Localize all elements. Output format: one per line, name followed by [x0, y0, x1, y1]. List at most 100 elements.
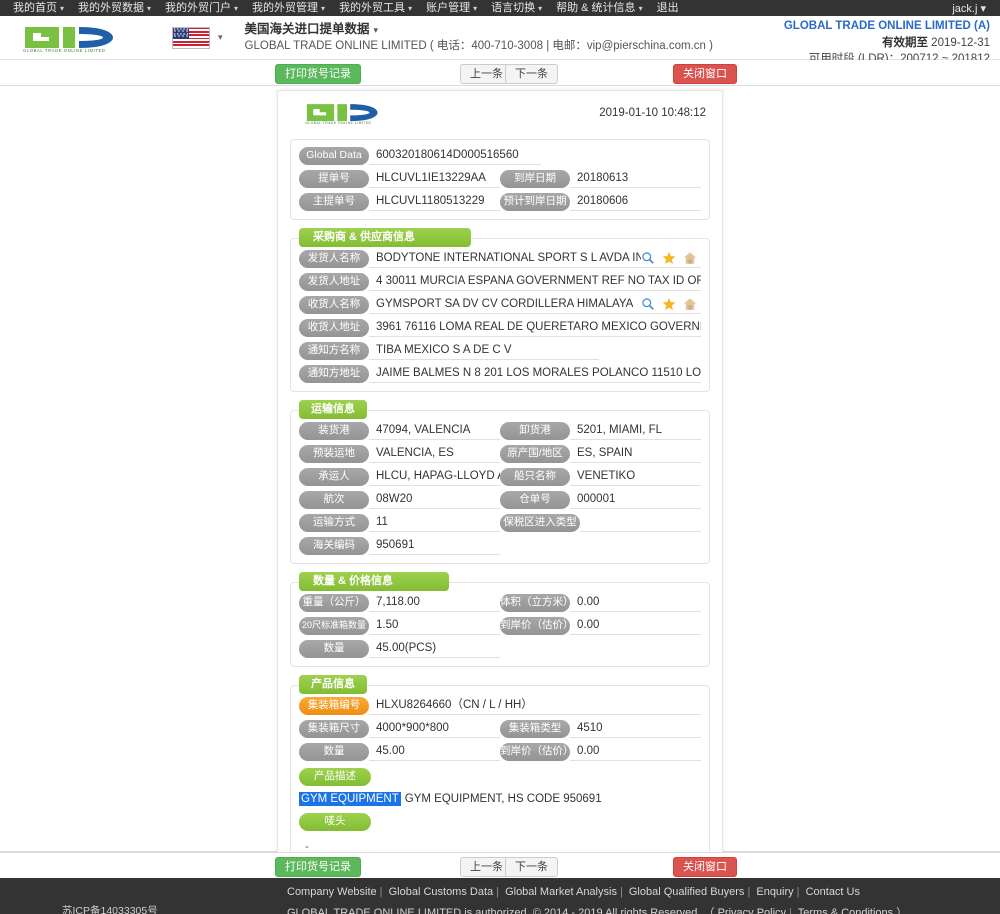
discharge-port-label: 卸货港: [500, 421, 570, 440]
carrier-label: 承运人: [299, 467, 369, 486]
row-notify-address: 通知方地址 JAIME BALMES N 8 201 LOS MORALES P…: [299, 364, 701, 383]
footer-link-contact-us[interactable]: Contact Us: [806, 886, 860, 898]
teu-count-value: 1.50: [369, 616, 500, 635]
parties-panel: 采购商 & 供应商信息 发货人名称 BODYTONE INTERNATIONAL…: [290, 228, 710, 392]
master-bl-value: HLCUVL1180513229: [369, 192, 500, 211]
chevron-down-icon: ▾: [408, 3, 413, 13]
row-notify-name: 通知方名称 TIBA MEXICO S A DE C V: [299, 341, 701, 360]
manifest-number-label: 仓单号: [500, 490, 570, 509]
footer-link-global-customs-data[interactable]: Global Customs Data: [389, 886, 494, 898]
search-icon[interactable]: [641, 251, 655, 265]
cif-price-label: 到岸价（估价）: [500, 616, 570, 635]
home-icon[interactable]: [683, 251, 697, 265]
product-description-highlight: GYM EQUIPMENT: [299, 792, 401, 806]
consignee-name-label: 收货人名称: [299, 295, 369, 314]
vessel-name-label: 船只名称: [500, 467, 570, 486]
transport-mode-value: 11: [369, 513, 500, 532]
origin-country-label: 原产国/地区: [500, 444, 570, 463]
notify-party-name-label: 通知方名称: [299, 341, 369, 360]
quantity-price-panel: 数量 & 价格信息 重量（公斤） 7,118.00 体积（立方米） 0.00 2…: [290, 572, 710, 667]
ftz-entry-type-label: 保税区进入类型: [500, 513, 580, 532]
company-contact-line: GLOBAL TRADE ONLINE LIMITED ( 电话：400-710…: [244, 40, 713, 53]
top-navigation-bar: 我的首页 ▾ 我的外贸数据 ▾ 我的外贸门户 ▾ 我的外贸管理 ▾ 我的外贸工具 ▾ 账户…: [0, 0, 1000, 16]
row-product-qty-cif: 数量 45.00 到岸价（估价） 0.00: [299, 742, 701, 761]
footer-link-global-market-analysis[interactable]: Global Market Analysis: [505, 886, 617, 898]
footer-link-terms-conditions[interactable]: Terms & Conditions: [798, 907, 893, 914]
nav-item-help-statistics[interactable]: 帮助 & 统计信息 ▾: [549, 0, 649, 17]
footer-link-company-website[interactable]: Company Website: [287, 886, 377, 898]
product-description-label: 产品描述: [299, 767, 371, 786]
footer-link-global-qualified-buyers[interactable]: Global Qualified Buyers: [629, 886, 745, 898]
nav-item-home[interactable]: 我的首页 ▾: [6, 0, 71, 17]
product-description-text: GYM EQUIPMENT, HS CODE 950691: [404, 793, 602, 805]
country-selector[interactable]: ★ ★ ★ ★ ★ ★ ★ ★ ★ ★ ★ ★ ★ ★ ★ ★ ★ ★ ▾: [172, 26, 223, 49]
weight-label: 重量（公斤）: [299, 593, 369, 612]
container-number-value: HLXU8264660（CN / L / HH）: [369, 696, 701, 715]
close-window-button-bottom[interactable]: 关闭窗口: [673, 857, 737, 877]
chevron-down-icon: ▾: [60, 3, 65, 13]
container-type-label: 集装箱类型: [500, 719, 570, 738]
footer-link-enquiry[interactable]: Enquiry: [756, 886, 793, 898]
nav-item-trade-management[interactable]: 我的外贸管理 ▾: [245, 0, 332, 17]
arrival-date-value: 20180613: [570, 169, 701, 188]
quantity-label: 数量: [299, 639, 369, 658]
next-record-button-bottom[interactable]: 下一条: [505, 857, 558, 877]
svg-text:GLOBAL TRADE ONLINE LIMITED: GLOBAL TRADE ONLINE LIMITED: [23, 48, 106, 53]
nav-item-account-management[interactable]: 账户管理 ▾: [419, 0, 484, 17]
product-cif-value: 0.00: [570, 742, 701, 761]
chevron-down-icon: ▾: [473, 3, 478, 13]
search-icon[interactable]: [641, 297, 655, 311]
nav-item-language-switch[interactable]: 语言切换 ▾: [484, 0, 549, 17]
bl-number-value: HLCUVL1IE13229AA: [369, 169, 500, 188]
nav-item-label: 我的外贸门户: [165, 1, 232, 14]
gto-logo[interactable]: GLOBAL TRADE ONLINE LIMITED: [16, 23, 134, 53]
account-validity-value: 2019-12-31: [931, 36, 990, 49]
master-bl-label: 主提单号: [299, 192, 369, 211]
pre-carriage-value: VALENCIA, ES: [369, 444, 500, 463]
page-title-block: 美国海关进口提单数据 ▾ GLOBAL TRADE ONLINE LIMITED …: [245, 20, 713, 55]
us-flag-icon: ★ ★ ★ ★ ★ ★ ★ ★ ★ ★ ★ ★ ★ ★ ★ ★ ★ ★: [172, 26, 210, 49]
row-precarriage-origin: 预装运地 VALENCIA, ES 原产国/地区 ES, SPAIN: [299, 444, 701, 463]
print-record-button[interactable]: 打印货号记录: [275, 64, 361, 84]
footer-link-privacy-policy[interactable]: Privacy Policy: [718, 907, 786, 914]
nav-item-trade-tools[interactable]: 我的外贸工具 ▾: [332, 0, 419, 17]
row-voyage-manifest: 航次 08W20 仓单号 000001: [299, 490, 701, 509]
icp-license: 苏ICP备14033305号: [62, 905, 158, 914]
account-company-name: GLOBAL TRADE ONLINE LIMITED (A): [783, 20, 990, 32]
global-data-value: 600320180614D000516560: [369, 146, 541, 165]
parties-legend: 采购商 & 供应商信息: [299, 228, 472, 247]
row-transport-ftz: 运输方式 11 保税区进入类型: [299, 513, 701, 532]
svg-text:GLOBAL TRADE ONLINE LIMITED: GLOBAL TRADE ONLINE LIMITED: [305, 121, 371, 125]
product-cif-label: 到岸价（估价）: [500, 742, 570, 761]
page-title[interactable]: 美国海关进口提单数据 ▾: [245, 20, 713, 38]
print-record-button-bottom[interactable]: 打印货号记录: [275, 857, 361, 877]
star-icon[interactable]: [662, 251, 676, 265]
notify-party-address-label: 通知方地址: [299, 364, 369, 383]
chevron-down-icon: ▾: [980, 2, 986, 15]
ftz-entry-type-value: [580, 513, 701, 532]
user-menu[interactable]: jack.j ▾: [952, 2, 994, 15]
chevron-down-icon: ▾: [234, 3, 239, 13]
row-marks-label: 唛头: [299, 812, 701, 831]
transport-mode-label: 运输方式: [299, 513, 369, 532]
close-window-button[interactable]: 关闭窗口: [673, 64, 737, 84]
consignee-address-label: 收货人地址: [299, 318, 369, 337]
cif-price-value: 0.00: [570, 616, 701, 635]
shipper-name-value: BODYTONE INTERNATIONAL SPORT S L AVDA IN…: [369, 249, 701, 268]
star-icon[interactable]: [662, 297, 676, 311]
nav-item-label: 帮助 & 统计信息: [556, 1, 636, 14]
user-name-label: jack.j: [952, 2, 978, 15]
nav-item-trade-portal[interactable]: 我的外贸门户 ▾: [158, 0, 245, 17]
nav-item-logout[interactable]: 退出: [650, 0, 686, 16]
gto-logo-icon: GLOBAL TRADE ONLINE LIMITED: [305, 104, 378, 125]
chevron-down-icon: ▾: [147, 3, 152, 13]
bill-of-lading-card: GLOBAL TRADE ONLINE LIMITED 2019-01-10 1…: [277, 90, 723, 903]
nav-item-label: 退出: [656, 2, 679, 14]
home-icon[interactable]: [683, 297, 697, 311]
chevron-down-icon: ▾: [638, 3, 643, 13]
container-type-value: 4510: [570, 719, 701, 738]
nav-item-trade-data[interactable]: 我的外贸数据 ▾: [71, 0, 158, 17]
next-record-button[interactable]: 下一条: [505, 64, 558, 84]
page-title-text: 美国海关进口提单数据: [244, 22, 370, 37]
row-bill-of-lading: 提单号 HLCUVL1IE13229AA 到岸日期 20180613: [299, 169, 701, 188]
